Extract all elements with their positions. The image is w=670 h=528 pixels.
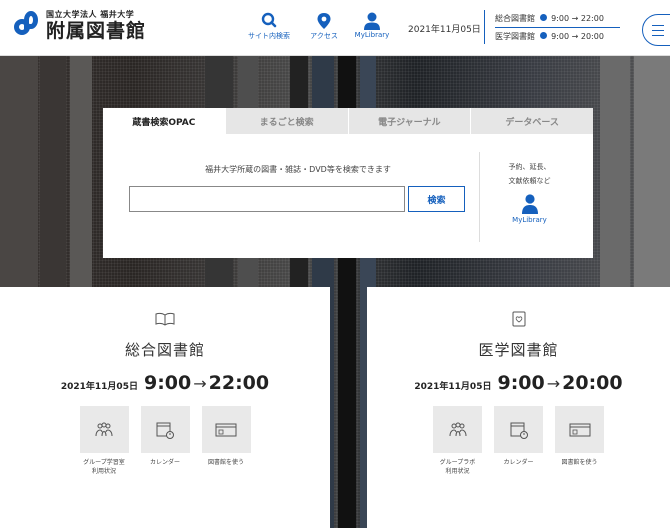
header-opening-hours: 総合図書館 9:00 → 22:00 医学図書館 9:00 → 20:00 [484,10,620,44]
nav-mylibrary[interactable]: MyLibrary [352,12,392,39]
university-logo-mark-icon [14,11,40,41]
library-card-icon [569,423,590,436]
nav-mylibrary-label: MyLibrary [354,31,390,39]
how-to-use-link[interactable]: 図書館を使う [201,406,251,476]
side-mylibrary-label: MyLibrary [512,216,547,224]
group-lab-link[interactable]: グループラボ 利用状況 [433,406,482,476]
user-icon [364,12,380,30]
clock-icon [539,32,547,39]
nav-search-label: サイト内検索 [248,32,290,40]
how-to-use-link[interactable]: 図書館を使う [555,406,604,476]
user-icon [521,194,538,214]
clock-icon [539,14,547,21]
library-card-medical[interactable]: 医学図書館 2021年11月05日 9:00 → 20:00 グループラボ 利用… [367,287,670,528]
search-tabs: 蔵書検索OPAC まるごと検索 電子ジャーナル データベース [103,108,593,134]
library-hours: 2021年11月05日 9:00 → 22:00 [60,372,270,394]
people-group-icon [95,422,113,436]
side-note-line1: 予約、延長、 [508,163,551,171]
library-hours: 2021年11月05日 9:00 → 20:00 [414,372,623,394]
calendar-link[interactable]: カレンダー [494,406,543,476]
site-header: 国立大学法人 福井大学 附属図書館 サイト内検索 アクセス MyLibrary … [0,0,670,56]
search-button[interactable]: 検索 [408,186,465,212]
mylibrary-shortcut[interactable]: 予約、延長、 文献依頼など MyLibrary [479,152,579,242]
calendar-link[interactable]: カレンダー [140,406,190,476]
calendar-icon [156,422,174,439]
library-title: 医学図書館 [478,341,559,359]
nav-access[interactable]: アクセス [306,12,342,41]
search-description: 福井大学所蔵の図書・雑誌・DVD等を検索できます [205,165,391,174]
header-hours-medical[interactable]: 医学図書館 9:00 → 20:00 [495,27,620,44]
calendar-icon [510,422,528,439]
library-card-main[interactable]: 総合図書館 2021年11月05日 9:00 → 22:00 グループ学習室 利… [0,287,330,528]
site-logo[interactable]: 国立大学法人 福井大学 附属図書館 [14,10,146,42]
tab-ejournal[interactable]: 電子ジャーナル [347,108,471,134]
logo-university-name: 国立大学法人 福井大学 [46,10,135,19]
heart-book-icon [512,311,525,327]
library-title: 総合図書館 [124,341,205,359]
search-icon [261,12,277,28]
tab-opac[interactable]: 蔵書検索OPAC [103,108,225,134]
logo-library-name: 附属図書館 [46,20,147,42]
group-study-room-link[interactable]: グループ学習室 利用状況 [79,406,129,476]
header-hours-main[interactable]: 総合図書館 9:00 → 22:00 [495,10,620,27]
tab-database[interactable]: データベース [470,108,593,134]
nav-site-search[interactable]: サイト内検索 [248,12,290,41]
library-card-icon [215,423,237,436]
search-panel: 蔵書検索OPAC まるごと検索 電子ジャーナル データベース 福井大学所蔵の図書… [103,108,593,258]
people-group-icon [449,422,466,436]
header-date: 2021年11月05日 [408,25,481,35]
side-note-line2: 文献依頼など [508,177,551,185]
map-pin-icon [317,13,331,29]
opac-search-input[interactable] [129,186,405,212]
tab-marugoto[interactable]: まるごと検索 [224,108,348,134]
menu-icon [652,25,664,26]
hamburger-menu-button[interactable] [642,14,670,46]
nav-access-label: アクセス [310,32,338,40]
open-book-icon [155,312,175,326]
